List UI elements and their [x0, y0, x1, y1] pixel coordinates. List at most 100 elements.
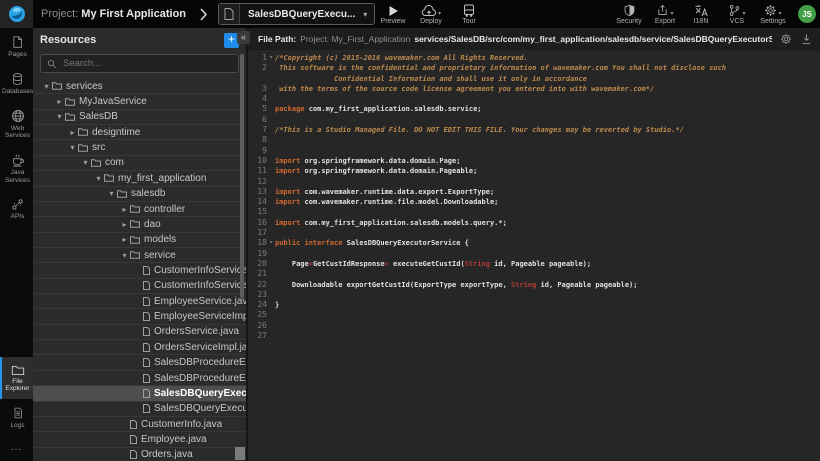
line-number: 15: [248, 207, 267, 217]
code-editor[interactable]: 1▾/*Copyright (c) 2015-2016 wavemaker.co…: [248, 50, 820, 461]
code-token-kw: import: [275, 198, 305, 206]
caret-right-icon[interactable]: ▸: [119, 235, 130, 244]
tree-item-employee-java[interactable]: Employee.java: [33, 432, 246, 447]
file-icon: [143, 312, 150, 321]
gear-icon[interactable]: [780, 33, 792, 45]
line-number: [248, 74, 267, 84]
folder-icon: [65, 113, 75, 121]
sidebar-item-web-services[interactable]: Web Services: [0, 102, 33, 147]
vcs-button[interactable]: ▾ VCS: [724, 4, 750, 25]
tree-item-customerinfo-java[interactable]: CustomerInfo.java: [33, 417, 246, 432]
fold-icon[interactable]: ▾: [267, 238, 275, 248]
fold-spacer: [267, 177, 275, 187]
file-path-project: Project: My_First_Application: [300, 34, 410, 44]
line-number: 25: [248, 310, 267, 320]
coffee-icon: [11, 153, 25, 167]
wavemaker-logo[interactable]: [0, 0, 33, 28]
tree-horizontal-scrollbar[interactable]: [235, 447, 245, 460]
code-token-plain: id, Pageable pageable);: [536, 281, 637, 289]
security-button[interactable]: Security: [616, 4, 642, 25]
code-text: Page<GetCustIdResponse> executeGetCustId…: [275, 259, 591, 269]
tour-button[interactable]: Tour: [456, 4, 482, 25]
language-icon: [694, 4, 709, 17]
code-token-kw: import: [275, 219, 305, 227]
tree-item-designtime[interactable]: ▸designtime: [33, 125, 246, 140]
tree-item-salesdbqueryexecutorservice-java[interactable]: SalesDBQueryExecutorService.java: [33, 386, 246, 401]
tree-item-dao[interactable]: ▸dao: [33, 217, 246, 232]
sidebar-item-file-explorer[interactable]: File Explorer: [0, 357, 33, 400]
sidebar-more-button[interactable]: ...: [0, 436, 33, 461]
caret-down-icon: ▾: [670, 11, 673, 17]
tree-item-ordersserviceimpl-java[interactable]: OrdersServiceImpl.java: [33, 340, 246, 355]
tree-item-employeeserviceimpl-java[interactable]: EmployeeServiceImpl.java: [33, 309, 246, 324]
caret-right-icon[interactable]: ▸: [119, 220, 130, 229]
tree-item-salesdbprocedureexecutorserviceimpl-java[interactable]: SalesDBProcedureExecutorServiceImpl.java: [33, 371, 246, 386]
search-input[interactable]: [61, 57, 232, 70]
sidebar-item-java-services[interactable]: Java Services: [0, 146, 33, 191]
code-line: 27: [248, 331, 820, 341]
tree-item-label: SalesDBProcedureExecutorService.java: [154, 357, 246, 368]
tree-item-com[interactable]: ▾com: [33, 156, 246, 171]
tree-item-salesdbprocedureexecutorservice-java[interactable]: SalesDBProcedureExecutorService.java: [33, 355, 246, 370]
code-line: 19: [248, 249, 820, 259]
tree-item-salesdb[interactable]: ▾salesdb: [33, 187, 246, 202]
caret-down-icon[interactable]: ▾: [119, 251, 130, 260]
file-selector-dropdown[interactable]: SalesDBQueryExecu... ▾: [218, 3, 375, 25]
caret-down-icon[interactable]: ▾: [54, 112, 65, 121]
tree-item-my-first-application[interactable]: ▾my_first_application: [33, 171, 246, 186]
i18n-button[interactable]: I18N: [688, 4, 714, 25]
fold-spacer: [267, 207, 275, 217]
caret-down-icon[interactable]: ▾: [106, 189, 117, 198]
sidebar-item-apis[interactable]: APIs: [0, 191, 33, 227]
collapse-panel-button[interactable]: «: [237, 31, 250, 44]
tree-vertical-scrollbar[interactable]: [240, 54, 244, 298]
tree-item-src[interactable]: ▾src: [33, 140, 246, 155]
tree-item-customerinfoserviceimpl-java[interactable]: CustomerInfoServiceImpl.java: [33, 279, 246, 294]
sidebar-item-label: File Explorer: [2, 378, 33, 394]
sidebar-item-logs[interactable]: Logs: [0, 399, 33, 436]
code-line: 25: [248, 310, 820, 320]
tree-item-label: services: [66, 81, 103, 92]
tree-item-salesdbqueryexecutorserviceimpl-java[interactable]: SalesDBQueryExecutorServiceImpl.java: [33, 402, 246, 417]
download-icon[interactable]: [801, 33, 812, 45]
caret-down-icon[interactable]: ▾: [41, 82, 52, 91]
code-token-kw: import: [275, 167, 305, 175]
code-token-kw: package: [275, 105, 309, 113]
settings-button[interactable]: ▾ Settings: [760, 4, 786, 25]
caret-right-icon[interactable]: ▸: [54, 97, 65, 106]
caret-right-icon[interactable]: ▸: [119, 205, 130, 214]
tree-item-ordersservice-java[interactable]: OrdersService.java: [33, 325, 246, 340]
fold-spacer: [267, 115, 275, 125]
tree-item-label: OrdersService.java: [154, 326, 239, 337]
caret-down-icon[interactable]: ▾: [93, 174, 104, 183]
tree-item-services[interactable]: ▾ services: [33, 79, 246, 94]
file-path-label: File Path:: [258, 34, 296, 44]
file-icon: [143, 281, 150, 290]
deploy-button[interactable]: ▾ Deploy: [418, 4, 444, 25]
code-text: import org.springframework.data.domain.P…: [275, 166, 477, 176]
caret-down-icon[interactable]: ▾: [67, 143, 78, 152]
tree-item-employeeservice-java[interactable]: EmployeeService.java: [33, 294, 246, 309]
sidebar-item-databases[interactable]: Databases: [0, 65, 33, 102]
tree-item-controller[interactable]: ▸controller: [33, 202, 246, 217]
tree-item-label: MyJavaService: [79, 96, 147, 107]
tree-item-label: SalesDBProcedureExecutorServiceImpl.java: [154, 373, 246, 384]
export-button[interactable]: ▾ Export: [652, 4, 678, 25]
tree-item-salesdb[interactable]: ▾SalesDB: [33, 110, 246, 125]
play-icon: [388, 5, 399, 17]
tree-item-service[interactable]: ▾service: [33, 248, 246, 263]
caret-down-icon[interactable]: ▾: [80, 158, 91, 167]
sidebar-item-pages[interactable]: Pages: [0, 28, 33, 65]
preview-button[interactable]: Preview: [380, 4, 406, 25]
line-number: 6: [248, 115, 267, 125]
user-avatar[interactable]: JS: [798, 5, 816, 23]
tree-item-myjavaservice[interactable]: ▸ MyJavaService: [33, 94, 246, 109]
tree-item-label: SalesDBQueryExecutorServiceImpl.java: [154, 403, 246, 414]
tree-item-orders-java[interactable]: Orders.java: [33, 448, 246, 461]
caret-right-icon[interactable]: ▸: [67, 128, 78, 137]
tree-item-customerinfoservice-java[interactable]: CustomerInfoService.java: [33, 263, 246, 278]
tree-item-models[interactable]: ▸models: [33, 233, 246, 248]
fold-icon[interactable]: ▾: [267, 53, 275, 63]
folder-icon: [78, 144, 88, 152]
code-token-red: String: [465, 260, 490, 268]
